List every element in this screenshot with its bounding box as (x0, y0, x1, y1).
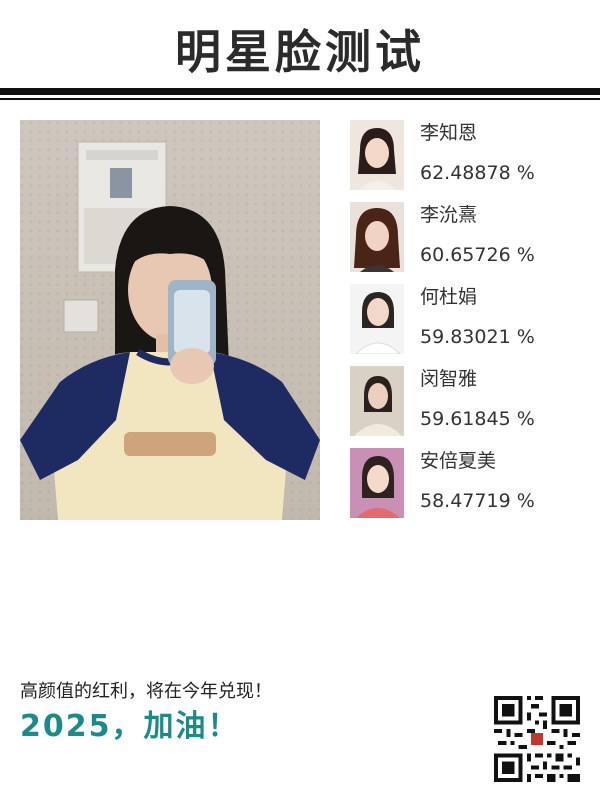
match-name: 何杜娟 (420, 286, 478, 308)
portrait-photo-icon (350, 120, 404, 190)
match-score: 59.83021 % (420, 326, 535, 348)
portrait-photo-icon (350, 202, 404, 272)
selfie-illustration (20, 141, 320, 520)
match-item: 何杜娟 59.83021 % (350, 284, 590, 366)
match-item: 李沇熹 60.65726 % (350, 202, 590, 284)
tagline: 高颜值的红利，将在今年兑现！ (20, 681, 272, 702)
match-list: 李知恩 62.48878 % 李沇熹 60.65726 % 何杜娟 59.830… (350, 120, 590, 530)
portrait-photo-icon (350, 448, 404, 518)
portrait-photo-icon (350, 284, 404, 354)
portrait-photo-icon (350, 366, 404, 436)
match-score: 59.61845 % (420, 408, 535, 430)
match-name: 闵智雅 (420, 368, 478, 390)
match-name: 李沇熹 (420, 204, 478, 226)
match-score: 62.48878 % (420, 162, 535, 184)
slogan: 2025，加油！ (20, 709, 240, 744)
match-item: 闵智雅 59.61845 % (350, 366, 590, 448)
match-score: 58.47719 % (420, 490, 535, 512)
selfie-photo (20, 120, 320, 520)
match-item: 安倍夏美 58.47719 % (350, 448, 590, 530)
header-divider-thick (0, 88, 600, 95)
match-score: 60.65726 % (420, 244, 535, 266)
header-divider-thin (0, 98, 600, 100)
match-name: 安倍夏美 (420, 450, 497, 472)
match-item: 李知恩 62.48878 % (350, 120, 590, 202)
page-title: 明星脸测试 (175, 25, 425, 79)
match-name: 李知恩 (420, 122, 478, 144)
qr-code-icon[interactable] (494, 696, 580, 782)
